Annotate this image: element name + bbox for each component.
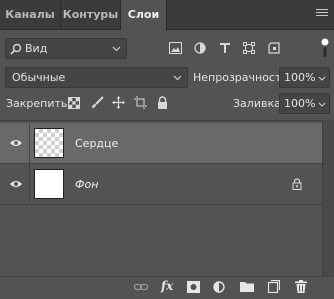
eye-icon	[10, 181, 22, 187]
mask-icon[interactable]	[187, 281, 200, 293]
chevron-down-icon	[173, 75, 182, 81]
tab-paths[interactable]: Контуры	[61, 0, 121, 30]
chevron-down-icon	[318, 102, 326, 107]
layer-row[interactable]: Фон	[0, 164, 322, 204]
layer-name[interactable]: Фон	[75, 178, 98, 191]
layers-bottom-toolbar: fx	[0, 276, 334, 299]
search-icon	[10, 43, 22, 55]
blend-mode-value: Обычные	[12, 71, 66, 84]
fill-field[interactable]: 100%	[279, 93, 330, 114]
lock-label: Закрепить:	[6, 97, 72, 110]
fx-icon[interactable]: fx	[161, 279, 173, 293]
layers-scrollbar[interactable]	[322, 120, 334, 276]
layer-name[interactable]: Сердце	[75, 137, 118, 150]
fill-value: 100%	[284, 97, 316, 110]
filter-type-select[interactable]: Вид	[5, 38, 127, 59]
smart-object-icon[interactable]	[268, 42, 280, 54]
layers-list: Сердце Фон	[0, 120, 334, 276]
panel-menu-icon[interactable]	[316, 7, 328, 19]
lock-transparent-icon[interactable]	[68, 97, 80, 109]
trash-icon[interactable]	[295, 280, 307, 293]
panel-tab-bar: Каналы Контуры Слои	[0, 0, 334, 31]
opacity-label: Непрозрачность:	[193, 71, 292, 84]
tab-channels[interactable]: Каналы	[0, 0, 61, 30]
filter-type-label: Вид	[25, 42, 48, 55]
image-icon[interactable]	[169, 42, 182, 54]
artboard-icon[interactable]	[134, 96, 147, 109]
layer-thumbnail	[34, 169, 64, 199]
lock-icon[interactable]	[157, 96, 168, 109]
adjustment-icon[interactable]	[194, 42, 206, 54]
row-divider	[0, 204, 322, 205]
blend-mode-select[interactable]: Обычные	[5, 67, 188, 88]
folder-icon[interactable]	[240, 281, 254, 292]
visibility-toggle[interactable]	[0, 123, 30, 163]
layers-panel: Каналы Контуры Слои Вид Обычные Непрозра…	[0, 0, 334, 299]
shape-icon[interactable]	[243, 42, 255, 54]
adjustment-layer-icon[interactable]	[213, 281, 225, 293]
layer-lock-icon	[292, 178, 302, 190]
move-icon[interactable]	[112, 96, 125, 109]
new-layer-icon[interactable]	[268, 280, 280, 293]
layer-row[interactable]: Сердце	[0, 123, 322, 163]
opacity-value: 100%	[284, 71, 316, 84]
link-icon[interactable]	[134, 282, 148, 292]
layer-thumbnail	[34, 128, 64, 158]
brush-icon[interactable]	[91, 96, 104, 109]
fill-label: Заливка:	[233, 97, 285, 110]
text-icon[interactable]	[219, 42, 231, 54]
filter-toggle-icon[interactable]	[320, 37, 330, 59]
visibility-toggle[interactable]	[0, 164, 30, 204]
opacity-field[interactable]: 100%	[279, 67, 330, 88]
tab-layers[interactable]: Слои	[121, 0, 167, 31]
chevron-down-icon	[112, 46, 121, 52]
chevron-down-icon	[318, 76, 326, 81]
eye-icon	[10, 140, 22, 146]
